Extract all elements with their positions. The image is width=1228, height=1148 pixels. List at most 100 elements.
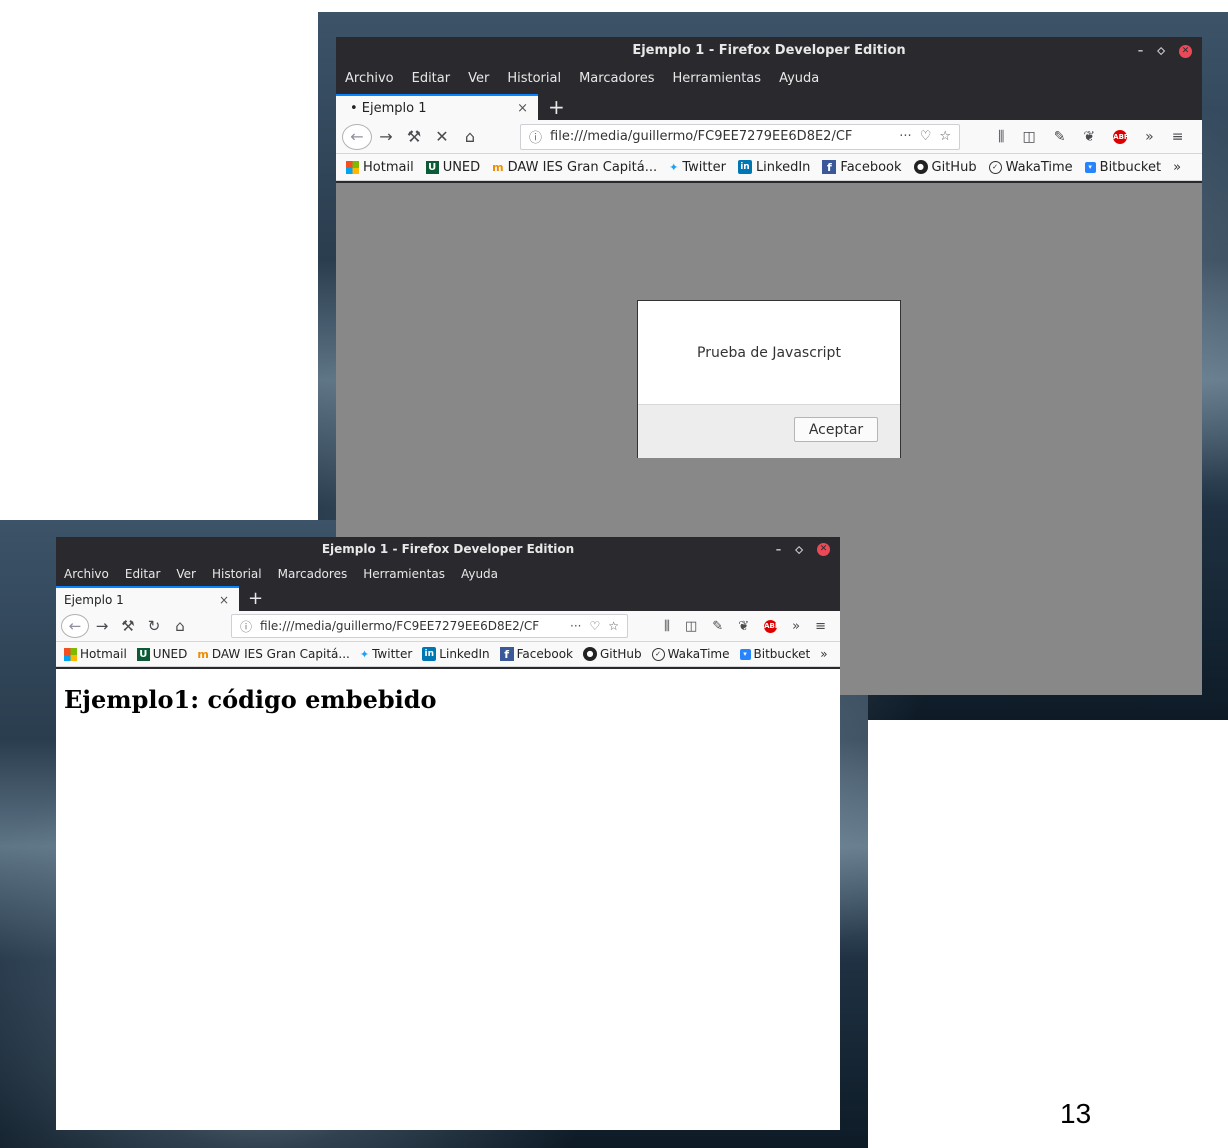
bookmark-label: Bitbucket: [1099, 159, 1162, 175]
pocket-icon[interactable]: ♡: [920, 129, 932, 144]
twitter-icon: ✦: [669, 160, 679, 174]
home-button[interactable]: ⌂: [456, 127, 484, 146]
menu-historial[interactable]: Historial: [507, 71, 561, 86]
bookmark-github[interactable]: ● GitHub: [913, 160, 977, 175]
menu-archivo[interactable]: Archivo: [345, 71, 394, 86]
menu-ayuda[interactable]: Ayuda: [461, 567, 498, 581]
wrench-icon[interactable]: ⚒: [115, 617, 141, 635]
bookmark-star-icon[interactable]: ☆: [608, 619, 619, 633]
url-text[interactable]: file:///media/guillermo/FC9EE7279EE6D8E2…: [260, 619, 570, 633]
back-button[interactable]: ←: [61, 614, 89, 638]
bookmark-hotmail[interactable]: Hotmail: [346, 160, 414, 175]
new-tab-button[interactable]: +: [548, 94, 565, 120]
menu-ver[interactable]: Ver: [468, 71, 489, 86]
bookmark-label: Twitter: [372, 647, 413, 661]
library-icon[interactable]: ⫼: [998, 129, 1004, 145]
overflow-menu-icon[interactable]: »: [1145, 129, 1154, 145]
page-heading: Ejemplo1: código embebido: [64, 685, 437, 714]
reload-button[interactable]: ↻: [141, 617, 167, 635]
menu-editar[interactable]: Editar: [125, 567, 161, 581]
bookmark-uned[interactable]: U UNED: [425, 159, 481, 175]
hamburger-menu-icon[interactable]: ≡: [815, 619, 826, 634]
bookmark-twitter[interactable]: ✦ Twitter: [360, 647, 412, 661]
bookmark-label: Hotmail: [363, 159, 414, 175]
bookmark-label: DAW IES Gran Capitá...: [211, 647, 350, 661]
bookmark-twitter[interactable]: ✦ Twitter: [669, 160, 726, 175]
menu-archivo[interactable]: Archivo: [64, 567, 109, 581]
pocket-icon[interactable]: ♡: [589, 619, 600, 633]
site-info-icon[interactable]: ⓘ: [240, 618, 252, 635]
bookmark-github[interactable]: ● GitHub: [582, 647, 642, 661]
bookmarks-overflow-icon[interactable]: »: [1173, 160, 1181, 175]
close-tab-icon[interactable]: ×: [517, 101, 528, 116]
tab-ejemplo-1[interactable]: • Ejemplo 1 ×: [336, 94, 538, 120]
bookmark-wakatime[interactable]: ✓ WakaTime: [988, 160, 1073, 175]
bookmark-linkedin[interactable]: in LinkedIn: [737, 160, 810, 175]
adblock-icon[interactable]: ABP: [1113, 129, 1129, 144]
menu-historial[interactable]: Historial: [212, 567, 262, 581]
minimize-button[interactable]: –: [776, 537, 782, 562]
url-bar[interactable]: ⓘ file:///media/guillermo/FC9EE7279EE6D8…: [231, 614, 628, 638]
firefox-window-page: Ejemplo 1 - Firefox Developer Edition – …: [56, 537, 840, 1130]
menu-marcadores[interactable]: Marcadores: [579, 71, 654, 86]
bookmark-label: UNED: [152, 647, 188, 661]
bookmark-facebook[interactable]: f Facebook: [499, 647, 573, 661]
bookmark-wakatime[interactable]: ✓ WakaTime: [651, 647, 730, 661]
site-info-icon[interactable]: ⓘ: [529, 127, 542, 146]
bookmark-star-icon[interactable]: ☆: [939, 129, 951, 144]
url-bar[interactable]: ⓘ file:///media/guillermo/FC9EE7279EE6D8…: [520, 123, 960, 150]
page-actions-button[interactable]: ···: [570, 619, 581, 633]
bookmarks-toolbar: Hotmail U UNED m DAW IES Gran Capitá... ✦ T…: [336, 154, 1202, 181]
twitter-icon: ✦: [359, 647, 370, 661]
back-button[interactable]: ←: [342, 123, 372, 150]
eyedropper-icon[interactable]: ✎: [712, 619, 723, 634]
bookmark-facebook[interactable]: f Facebook: [822, 160, 902, 175]
close-window-button[interactable]: ✕: [1179, 44, 1192, 58]
overflow-menu-icon[interactable]: »: [792, 619, 800, 634]
library-icon[interactable]: ⫼: [664, 619, 670, 634]
minimize-button[interactable]: –: [1138, 37, 1144, 65]
bookmark-linkedin[interactable]: in LinkedIn: [422, 647, 490, 661]
toolbar-icons: ⫼ ◫ ✎ ❦ ABP » ≡: [998, 129, 1183, 145]
menu-ayuda[interactable]: Ayuda: [779, 71, 819, 86]
bitbucket-icon: ▾: [739, 648, 751, 660]
new-tab-button[interactable]: +: [248, 587, 263, 611]
menu-ver[interactable]: Ver: [176, 567, 196, 581]
bookmarks-toolbar: Hotmail U UNED m DAW IES Gran Capitá... ✦ T…: [56, 642, 840, 667]
sidebar-icon[interactable]: ◫: [1022, 129, 1035, 145]
adblock-icon[interactable]: ABP: [764, 619, 780, 633]
tab-ejemplo-1[interactable]: Ejemplo 1 ×: [56, 586, 239, 611]
bookmark-bitbucket[interactable]: ▾ Bitbucket: [1084, 159, 1162, 175]
bookmark-hotmail[interactable]: Hotmail: [64, 647, 127, 661]
bookmark-bitbucket[interactable]: ▾ Bitbucket: [739, 647, 810, 661]
bookmark-label: Hotmail: [80, 647, 127, 661]
maximize-button[interactable]: ⬦: [795, 537, 803, 562]
menu-herramientas[interactable]: Herramientas: [673, 71, 762, 86]
menu-editar[interactable]: Editar: [412, 71, 451, 86]
sidebar-icon[interactable]: ◫: [685, 619, 697, 634]
hamburger-menu-icon[interactable]: ≡: [1172, 129, 1184, 145]
forward-button[interactable]: →: [89, 617, 115, 635]
eyedropper-icon[interactable]: ✎: [1054, 129, 1066, 145]
bookmark-daw[interactable]: m DAW IES Gran Capitá...: [197, 647, 349, 661]
page-actions-button[interactable]: ···: [899, 129, 911, 144]
bookmark-label: UNED: [442, 159, 481, 175]
forward-button[interactable]: →: [372, 127, 400, 146]
bookmark-label: Facebook: [516, 647, 573, 661]
evernote-icon[interactable]: ❦: [738, 619, 749, 634]
stop-button[interactable]: ✕: [428, 127, 456, 146]
accept-button[interactable]: Aceptar: [794, 417, 878, 442]
menu-herramientas[interactable]: Herramientas: [363, 567, 445, 581]
menu-marcadores[interactable]: Marcadores: [278, 567, 348, 581]
close-window-button[interactable]: ✕: [817, 543, 830, 556]
bookmark-daw[interactable]: m DAW IES Gran Capitá...: [492, 160, 657, 175]
home-button[interactable]: ⌂: [167, 617, 193, 635]
url-text[interactable]: file:///media/guillermo/FC9EE7279EE6D8E2…: [550, 129, 899, 144]
maximize-button[interactable]: ⬦: [1157, 37, 1165, 65]
bookmarks-overflow-icon[interactable]: »: [820, 647, 827, 661]
uned-icon: U: [136, 647, 150, 661]
close-tab-icon[interactable]: ×: [219, 593, 229, 607]
evernote-icon[interactable]: ❦: [1083, 129, 1095, 145]
wrench-icon[interactable]: ⚒: [400, 127, 428, 146]
bookmark-uned[interactable]: U UNED: [136, 647, 188, 661]
